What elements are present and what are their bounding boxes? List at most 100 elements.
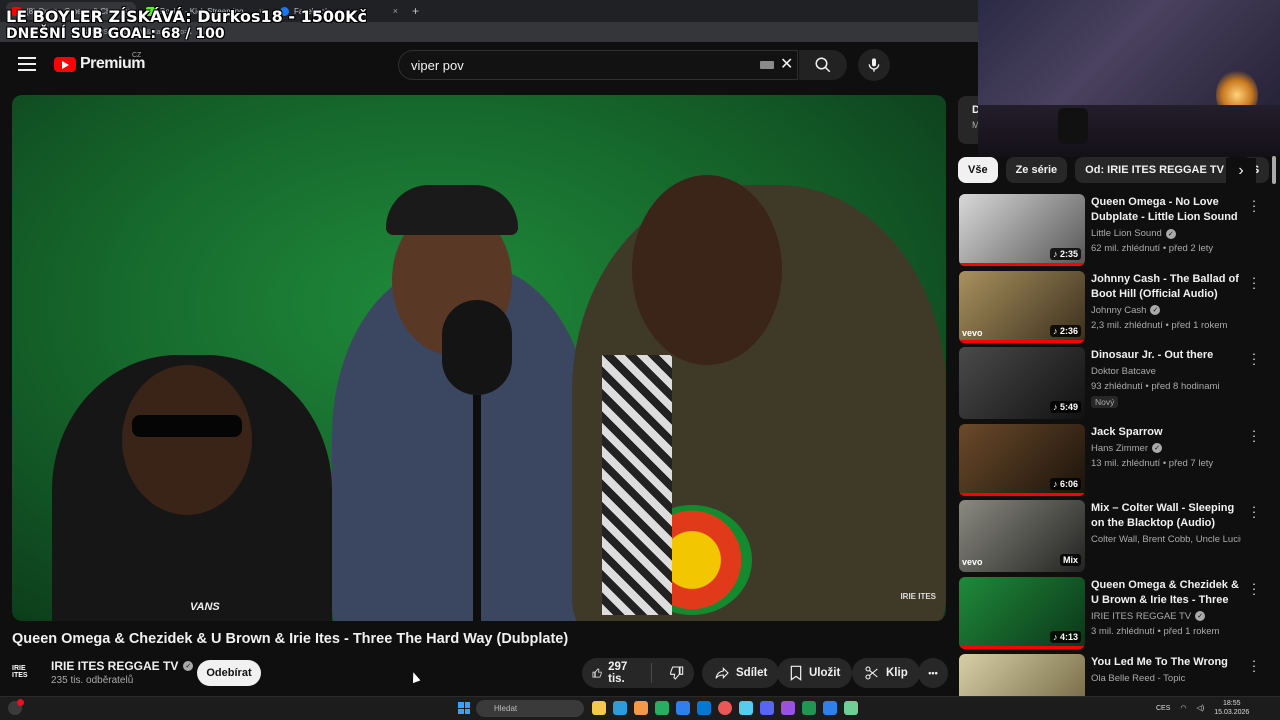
desk-shelf xyxy=(978,105,1280,157)
youtube-premium-logo[interactable]: Premium CZ xyxy=(54,52,145,73)
share-icon xyxy=(715,667,729,679)
sidebar-scrollbar[interactable] xyxy=(1272,156,1278,688)
clear-search-icon[interactable]: ✕ xyxy=(780,54,793,74)
channel-avatar[interactable]: IRIE ITES xyxy=(12,662,42,682)
chevron-right-icon[interactable]: › xyxy=(1226,158,1256,184)
mic-stand xyxy=(473,395,481,621)
recommendation-title[interactable]: Queen Omega & Chezidek & U Brown & Irie … xyxy=(1091,578,1241,608)
keyboard-icon[interactable] xyxy=(760,61,774,69)
watch-progress-bar xyxy=(959,263,1085,266)
taskbar-app-icon[interactable] xyxy=(634,701,648,715)
video-thumbnail[interactable]: vevo ♪ 2:36 xyxy=(959,270,1085,343)
taskbar-app-icon[interactable] xyxy=(760,701,774,715)
video-thumbnail[interactable]: ♪ 4:13 xyxy=(959,576,1085,649)
volume-icon[interactable]: ◁) xyxy=(1197,704,1205,712)
webcam-feed xyxy=(978,0,1280,157)
taskbar-app-icon[interactable] xyxy=(844,701,858,715)
recommendation-title[interactable]: Queen Omega - No Love Dubplate - Little … xyxy=(1091,195,1241,225)
more-actions-button[interactable]: ••• xyxy=(918,658,948,688)
video-player[interactable]: VANS IRIE ITES xyxy=(12,95,946,621)
video-thumbnail[interactable]: ♪ 2:35 xyxy=(959,194,1085,266)
recommendation-item[interactable]: ♪ 5:49 Dinosaur Jr. - Out there Doktor Bat… xyxy=(959,347,1269,424)
like-button[interactable]: 297 tis. xyxy=(582,661,645,685)
taskbar-app-icon[interactable] xyxy=(592,701,606,715)
recommendation-channel[interactable]: Doktor Batcave xyxy=(1091,366,1241,377)
recommendation-info: Queen Omega - No Love Dubplate - Little … xyxy=(1091,195,1241,254)
voice-search-button[interactable] xyxy=(858,49,890,81)
microphone-icon xyxy=(868,58,880,72)
recommendation-channel-text: Ola Belle Reed - Topic xyxy=(1091,672,1186,684)
language-indicator[interactable]: CES xyxy=(1156,705,1170,712)
recommendation-channel[interactable]: Johnny Cash ✓ xyxy=(1091,305,1241,316)
share-label: Sdílet xyxy=(736,667,768,679)
sidebar-banner[interactable]: D M xyxy=(958,96,978,144)
taskbar-app-icon[interactable] xyxy=(823,701,837,715)
dislike-button[interactable] xyxy=(658,665,694,681)
channel-name-text: IRIE ITES REGGAE TV xyxy=(51,659,179,673)
recommendation-item[interactable]: ♪ 6:06 Jack Sparrow Hans Zimmer ✓ 13 mil. zh… xyxy=(959,423,1269,501)
vevo-label: vevo xyxy=(962,557,983,568)
windows-start-icon[interactable] xyxy=(458,702,470,714)
taskbar-app-icon[interactable] xyxy=(781,701,795,715)
recommendation-title[interactable]: Mix – Colter Wall - Sleeping on the Blac… xyxy=(1091,501,1241,531)
more-options-icon[interactable]: · · · xyxy=(1251,271,1257,294)
menu-icon[interactable] xyxy=(18,57,36,75)
video-thumbnail[interactable]: ♪ 5:49 xyxy=(959,347,1085,420)
more-options-icon[interactable]: · · · xyxy=(1251,424,1257,447)
recommendation-title[interactable]: You Led Me To The Wrong xyxy=(1091,655,1241,670)
recommendation-item[interactable]: vevo ♪ 2:36 Johnny Cash - The Ballad of Bo… xyxy=(959,270,1269,348)
channel-name[interactable]: IRIE ITES REGGAE TV ✓ xyxy=(51,659,194,673)
save-button[interactable]: Uložit xyxy=(777,658,853,688)
like-count: 297 tis. xyxy=(608,661,628,685)
chip-series[interactable]: Ze série xyxy=(1005,157,1068,183)
notification-icon[interactable] xyxy=(8,699,24,715)
recommendation-item[interactable]: ♪ 4:13 Queen Omega & Chezidek & U Brown &… xyxy=(959,576,1269,654)
recommendation-meta: 93 zhlédnutí • před 8 hodinami xyxy=(1091,381,1220,393)
more-options-icon[interactable]: · · · xyxy=(1251,577,1257,600)
recommendation-channel-text: IRIE ITES REGGAE TV xyxy=(1091,610,1192,622)
verified-icon: ✓ xyxy=(1150,305,1161,316)
taskbar-app-icon[interactable] xyxy=(739,701,753,715)
recommendation-channel-text: Doktor Batcave xyxy=(1091,366,1156,378)
taskbar-app-icon[interactable] xyxy=(697,701,711,715)
recommendation-meta: 2,3 mil. zhlédnutí • před 1 rokem xyxy=(1091,319,1228,331)
more-options-icon[interactable]: · · · xyxy=(1251,347,1257,370)
more-options-icon[interactable]: · · · xyxy=(1251,194,1257,217)
recommendation-title[interactable]: Jack Sparrow xyxy=(1091,425,1241,440)
taskbar-app-icon[interactable] xyxy=(655,701,669,715)
share-button[interactable]: Sdílet xyxy=(702,658,780,688)
taskbar-app-icon[interactable] xyxy=(718,701,732,715)
recommendation-title[interactable]: Dinosaur Jr. - Out there xyxy=(1091,348,1241,363)
taskbar-app-icon[interactable] xyxy=(676,701,690,715)
video-thumbnail[interactable]: ♪ 6:06 xyxy=(959,423,1085,496)
recommendation-info: Mix – Colter Wall - Sleeping on the Blac… xyxy=(1091,501,1241,545)
search-button[interactable] xyxy=(799,50,847,80)
tab-close-icon[interactable]: × xyxy=(393,6,398,16)
recommendation-channel[interactable]: Hans Zimmer ✓ xyxy=(1091,443,1241,454)
recommendation-item[interactable]: vevo Mix Mix – Colter Wall - Sleeping on t… xyxy=(959,500,1269,577)
recommendation-item[interactable]: ♪ 2:35 Queen Omega - No Love Dubplate - L… xyxy=(959,194,1269,271)
recommendation-channel[interactable]: IRIE ITES REGGAE TV ✓ xyxy=(1091,611,1241,622)
chip-from-channel[interactable]: Od: IRIE ITES REGGAE TV xyxy=(1075,157,1234,183)
search-input[interactable]: viper pov xyxy=(398,50,798,80)
channel-watermark[interactable]: IRIE ITES xyxy=(900,592,936,601)
taskbar-search-placeholder: Hledat xyxy=(494,704,518,713)
more-options-icon[interactable]: · · · xyxy=(1251,654,1257,677)
recommendation-channel[interactable]: Colter Wall, Brent Cobb, Uncle Lucius a … xyxy=(1091,534,1241,545)
taskbar-app-icon[interactable] xyxy=(613,701,627,715)
recommendation-title[interactable]: Johnny Cash - The Ballad of Boot Hill (O… xyxy=(1091,272,1241,302)
recommendation-channel[interactable]: Ola Belle Reed - Topic xyxy=(1091,673,1241,684)
taskbar-app-icon[interactable] xyxy=(802,701,816,715)
recommendation-channel[interactable]: Little Lion Sound ✓ xyxy=(1091,228,1241,239)
system-tray: CES ◠ ◁) 18:55 15.03.2026 xyxy=(1156,699,1249,717)
new-tab-button[interactable]: + xyxy=(412,4,419,18)
chip-all[interactable]: Vše xyxy=(958,157,998,183)
wifi-icon[interactable]: ◠ xyxy=(1180,704,1186,712)
video-thumbnail[interactable]: vevo Mix xyxy=(959,500,1085,573)
clock[interactable]: 18:55 15.03.2026 xyxy=(1214,699,1249,717)
vevo-label: vevo xyxy=(962,327,983,338)
clip-button[interactable]: Klip xyxy=(852,658,920,688)
subscribe-button[interactable]: Odebírat xyxy=(197,660,261,686)
more-options-icon[interactable]: · · · xyxy=(1251,500,1257,523)
taskbar-search[interactable]: Hledat xyxy=(476,700,584,717)
